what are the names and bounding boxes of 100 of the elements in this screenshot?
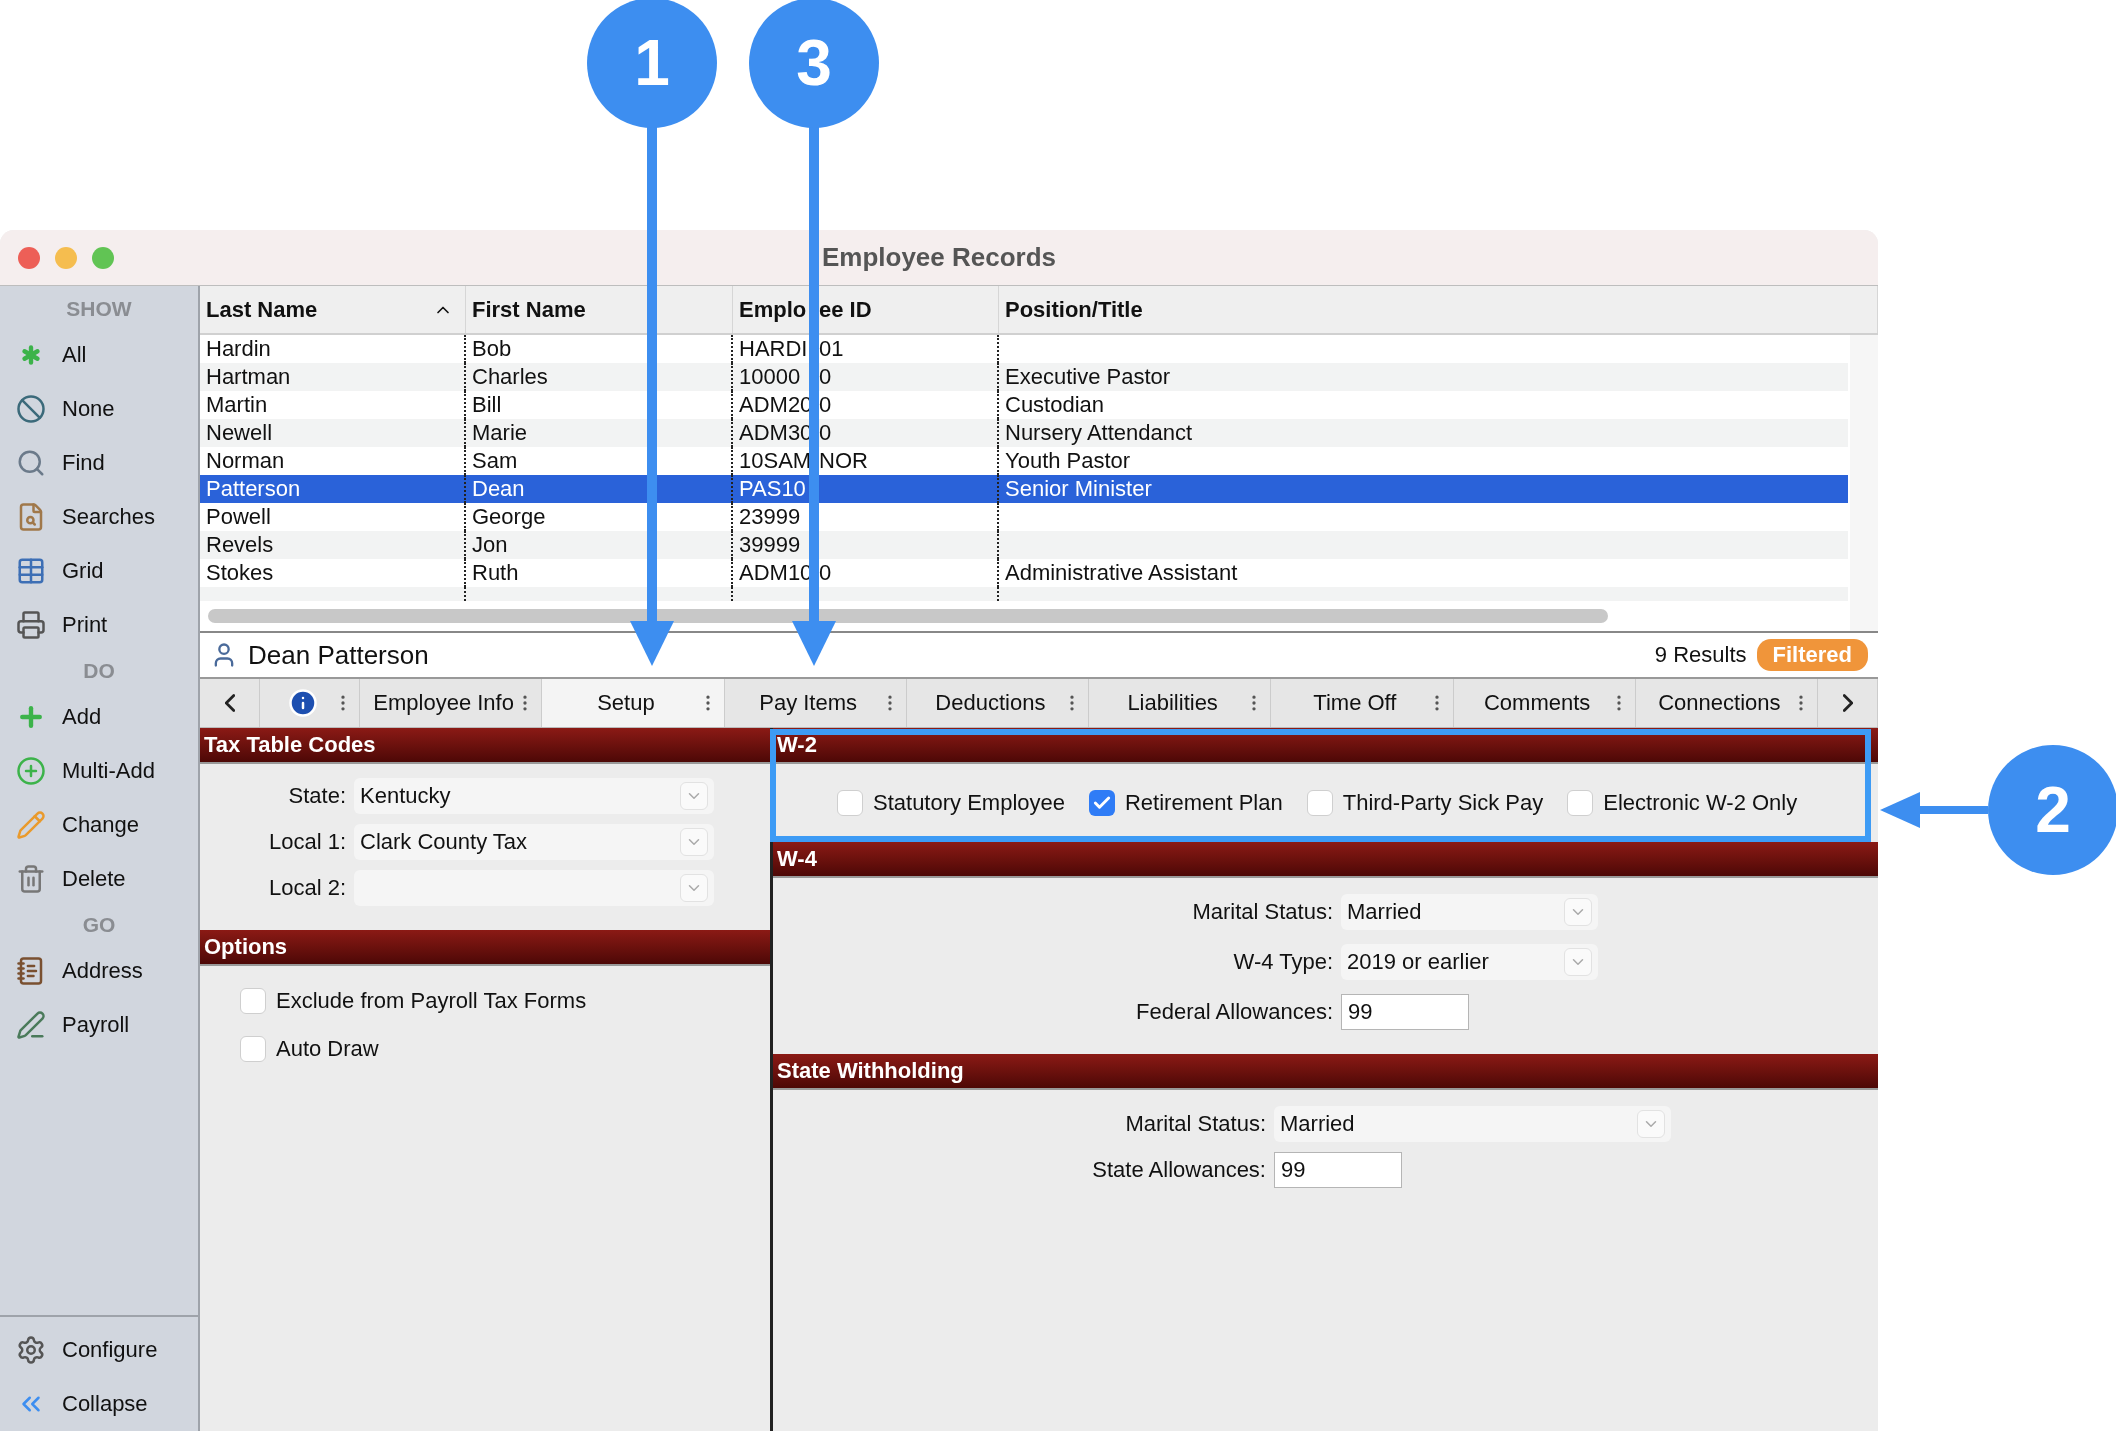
dropdown-field[interactable]: Kentucky bbox=[354, 778, 714, 814]
field-label: Local 1: bbox=[268, 829, 346, 855]
sidebar-item[interactable]: Address bbox=[0, 944, 198, 998]
column-header[interactable]: Emplo ee ID bbox=[733, 286, 999, 333]
table-cell: PAS10 bbox=[739, 476, 807, 502]
table-cell: Sam bbox=[472, 448, 518, 474]
table-cell-text: 10000 bbox=[739, 364, 802, 390]
field-label: Marital Status: bbox=[1125, 1111, 1266, 1137]
table-cell: Revels bbox=[206, 532, 274, 558]
dropdown-field[interactable]: 2019 or earlier bbox=[1341, 944, 1598, 980]
prohibited-icon bbox=[16, 394, 46, 424]
printer-icon bbox=[16, 610, 46, 640]
field-label: W-4 Type: bbox=[1233, 949, 1333, 975]
field-label: Federal Allowances: bbox=[1136, 999, 1333, 1025]
sidebar-item[interactable]: Change bbox=[0, 798, 198, 852]
field-label: Local 2: bbox=[268, 875, 346, 901]
pen-icon bbox=[16, 1010, 46, 1040]
table-cell: Charles bbox=[472, 364, 548, 390]
table-cell: Dean bbox=[472, 476, 525, 502]
section-header: State Withholding bbox=[773, 1054, 1878, 1090]
chevron-right-icon bbox=[1842, 694, 1853, 712]
table-cell: Marie bbox=[472, 420, 527, 446]
scrollbar[interactable] bbox=[208, 609, 1608, 623]
table-cell: Powell bbox=[206, 504, 271, 530]
table-cell: 0 bbox=[819, 560, 832, 586]
callout-marker: 2 bbox=[1988, 745, 2116, 875]
column-header[interactable]: Position/Title bbox=[999, 286, 1878, 333]
dropdown-field[interactable]: Married bbox=[1274, 1106, 1671, 1142]
sidebar-item[interactable]: Add bbox=[0, 690, 198, 744]
table-cell: 01 bbox=[819, 336, 844, 362]
table-cell: Newell bbox=[206, 420, 273, 446]
checkbox[interactable] bbox=[1306, 790, 1333, 816]
results-count: 9 Results bbox=[1654, 642, 1747, 668]
table-row[interactable]: Hartman Charles 10000 0 Executive Pastor bbox=[200, 363, 1848, 391]
sidebar-item[interactable]: Configure bbox=[0, 1323, 198, 1377]
field-label: State: bbox=[288, 783, 346, 809]
table-cell: Youth Pastor bbox=[1005, 448, 1131, 474]
sidebar-item[interactable]: Searches bbox=[0, 490, 198, 544]
field-label: Marital Status: bbox=[1192, 899, 1333, 925]
table-cell: 0 bbox=[819, 364, 832, 390]
sidebar-heading: SHOW bbox=[65, 296, 133, 322]
callout-marker: 1 bbox=[587, 0, 717, 128]
sidebar-item[interactable]: Find bbox=[0, 436, 198, 490]
table-cell: Custodian bbox=[1005, 392, 1105, 418]
checkbox[interactable] bbox=[240, 988, 266, 1014]
sidebar-item[interactable]: Print bbox=[0, 598, 198, 652]
checkbox-label: Exclude from Payroll Tax Forms bbox=[276, 988, 587, 1014]
sidebar-item[interactable]: Payroll bbox=[0, 998, 198, 1052]
table-cell: Hardin bbox=[206, 336, 271, 362]
dropdown-field[interactable]: Married bbox=[1341, 894, 1598, 930]
table-cell: Ruth bbox=[472, 560, 519, 586]
tab[interactable]: Setup bbox=[542, 679, 725, 727]
table-row[interactable]: Patterson Dean PAS10 Senior Minister bbox=[200, 475, 1848, 503]
table-cell: 10SAM bbox=[739, 448, 807, 474]
sidebar-item[interactable]: Multi-Add bbox=[0, 744, 198, 798]
dropdown-field[interactable]: Clark County Tax bbox=[354, 824, 714, 860]
sidebar-item[interactable]: None bbox=[0, 382, 198, 436]
table-cell: NOR bbox=[819, 448, 868, 474]
table-cell: Administrative Assistant bbox=[1005, 560, 1238, 586]
search-icon bbox=[16, 448, 46, 478]
checkbox[interactable] bbox=[240, 1036, 266, 1062]
callout-marker: 3 bbox=[749, 0, 879, 128]
record-name: Dean Patterson bbox=[248, 639, 430, 671]
input-field[interactable]: 99 bbox=[1274, 1152, 1402, 1188]
table-cell: 0 bbox=[819, 392, 832, 418]
checkbox[interactable] bbox=[837, 790, 863, 816]
sidebar-item[interactable]: Collapse bbox=[0, 1377, 198, 1431]
dropdown-field[interactable] bbox=[354, 870, 714, 906]
table-cell: Executive Pastor bbox=[1005, 364, 1171, 390]
table-cell: 0 bbox=[819, 420, 832, 446]
table-cell: George bbox=[472, 504, 546, 530]
sidebar-item[interactable]: Grid bbox=[0, 544, 198, 598]
pencil-icon bbox=[16, 810, 46, 840]
sidebar-heading: GO bbox=[81, 912, 117, 938]
table-cell: Norman bbox=[206, 448, 285, 474]
checkbox-label: Retirement Plan bbox=[1125, 790, 1283, 816]
checkbox-label: Auto Draw bbox=[276, 1036, 379, 1062]
close-button[interactable] bbox=[18, 246, 40, 269]
info-icon bbox=[287, 688, 318, 718]
sidebar-item[interactable]: All bbox=[0, 328, 198, 382]
input-field[interactable]: 99 bbox=[1341, 994, 1469, 1030]
checkbox[interactable] bbox=[1089, 790, 1115, 816]
table-cell: Bill bbox=[472, 392, 502, 418]
column-header[interactable]: First Name bbox=[466, 286, 733, 333]
checkbox[interactable] bbox=[1567, 790, 1594, 816]
table-cell: Martin bbox=[206, 392, 268, 418]
sidebar-item[interactable]: Delete bbox=[0, 852, 198, 906]
table-cell: Hartman bbox=[206, 364, 291, 390]
scrollbar-track[interactable] bbox=[1850, 335, 1878, 631]
section-header: Tax Table Codes bbox=[200, 728, 770, 764]
column-header[interactable]: Last Name bbox=[200, 286, 466, 333]
sidebar-heading: DO bbox=[82, 658, 116, 684]
table-row[interactable]: Revels Jon 39999 bbox=[200, 531, 1848, 559]
window-title: Employee Records bbox=[821, 242, 1057, 273]
checkbox-label: Electronic W-2 Only bbox=[1603, 790, 1798, 816]
table-cell: Nursery Attendanct bbox=[1005, 420, 1193, 446]
circle-plus-icon bbox=[16, 756, 46, 786]
table-cell-text: 39999 bbox=[739, 532, 802, 558]
chevron-left-icon bbox=[224, 694, 235, 712]
table-cell: HARDI bbox=[739, 336, 807, 362]
